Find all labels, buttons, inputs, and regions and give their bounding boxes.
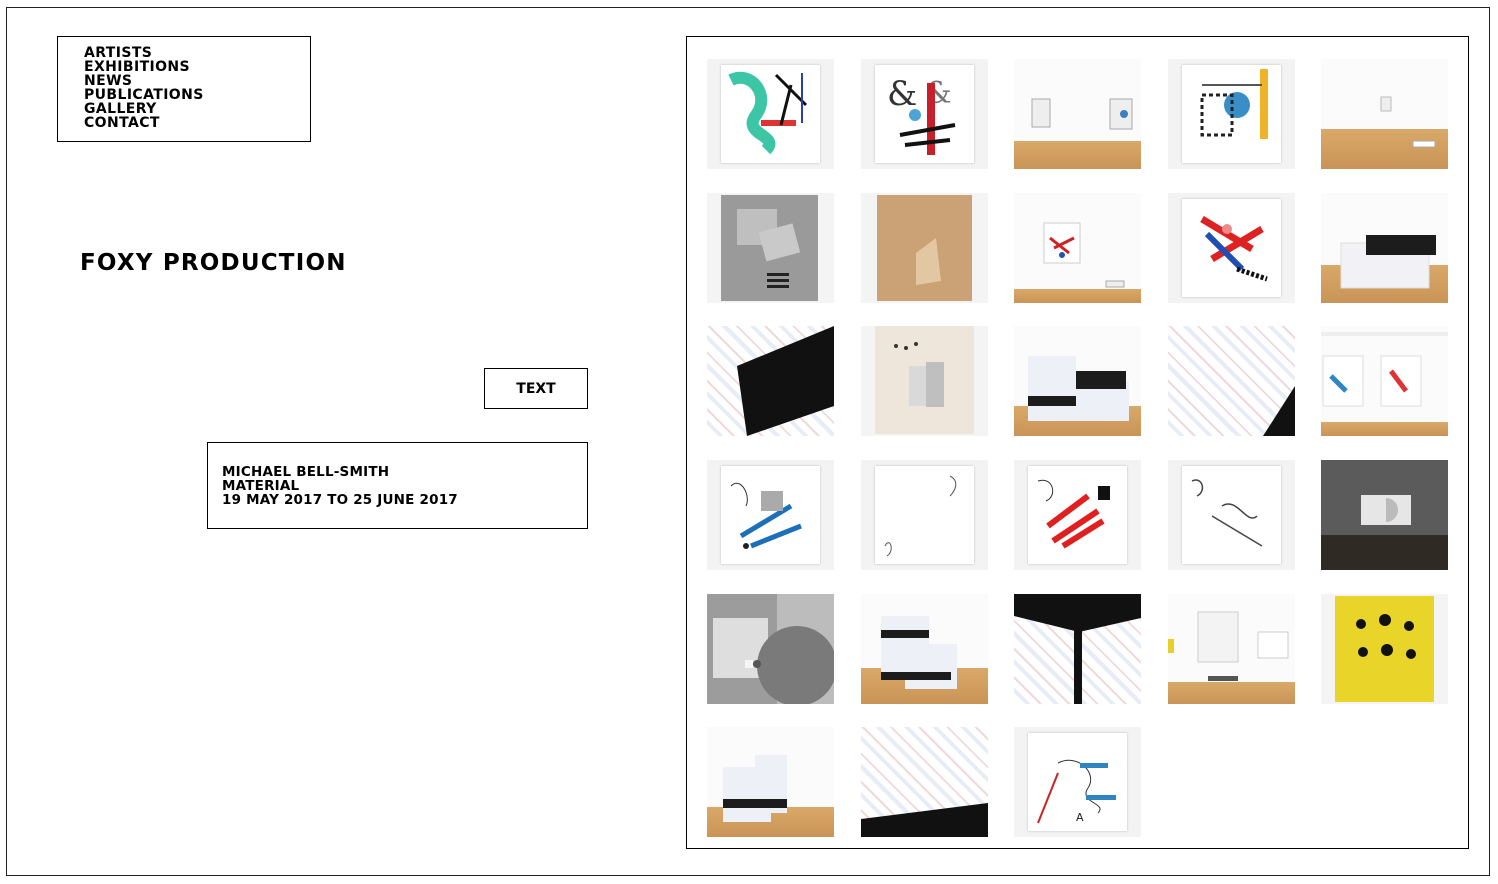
exhibition-artist: MICHAEL BELL-SMITH (222, 464, 390, 480)
gallery-thumb[interactable] (1168, 59, 1295, 169)
text-button[interactable]: TEXT (484, 368, 588, 409)
nav-artists[interactable]: ARTISTS (84, 46, 310, 60)
nav-contact[interactable]: CONTACT (84, 116, 310, 130)
gallery-thumb[interactable]: A (1014, 727, 1141, 837)
gallery-thumb[interactable] (707, 594, 834, 704)
gallery-thumb[interactable] (861, 460, 988, 570)
gallery-thumb[interactable] (861, 193, 988, 303)
gallery-thumb[interactable] (1014, 326, 1141, 436)
gallery-thumb[interactable] (861, 727, 988, 837)
gallery-thumb[interactable] (707, 326, 834, 436)
nav-news[interactable]: NEWS (84, 74, 310, 88)
gallery-thumb[interactable] (1168, 193, 1295, 303)
gallery-thumb[interactable] (1321, 460, 1448, 570)
gallery-thumb[interactable] (1321, 59, 1448, 169)
gallery-thumb[interactable] (1321, 326, 1448, 436)
gallery-thumb[interactable] (1321, 193, 1448, 303)
main-nav: ARTISTS EXHIBITIONS NEWS PUBLICATIONS GA… (57, 36, 311, 142)
svg-text:&: & (887, 74, 917, 114)
gallery-thumb[interactable] (861, 326, 988, 436)
exhibition-title: MATERIAL (222, 478, 300, 494)
gallery-thumb[interactable] (1014, 460, 1141, 570)
svg-text:A: A (1076, 811, 1084, 824)
gallery-thumb[interactable] (861, 594, 988, 704)
gallery-thumb[interactable]: & & (861, 59, 988, 169)
gallery-thumb[interactable] (707, 193, 834, 303)
nav-publications[interactable]: PUBLICATIONS (84, 88, 310, 102)
gallery-thumb[interactable] (1168, 326, 1295, 436)
gallery-thumb[interactable] (707, 59, 834, 169)
gallery-thumb[interactable] (1014, 59, 1141, 169)
gallery-thumb[interactable] (707, 460, 834, 570)
nav-exhibitions[interactable]: EXHIBITIONS (84, 60, 310, 74)
gallery-thumb[interactable] (1168, 594, 1295, 704)
nav-gallery[interactable]: GALLERY (84, 102, 310, 116)
gallery-thumb[interactable] (1014, 594, 1141, 704)
gallery-thumb[interactable] (1168, 460, 1295, 570)
site-title[interactable]: FOXY PRODUCTION (80, 250, 347, 276)
gallery-thumb[interactable] (1014, 193, 1141, 303)
gallery-thumb[interactable] (1321, 594, 1448, 704)
exhibition-info: MICHAEL BELL-SMITH MATERIAL 19 MAY 2017 … (207, 442, 588, 529)
gallery-thumb[interactable] (707, 727, 834, 837)
image-gallery: & & A (686, 36, 1469, 849)
exhibition-dates: 19 MAY 2017 TO 25 JUNE 2017 (222, 492, 458, 508)
